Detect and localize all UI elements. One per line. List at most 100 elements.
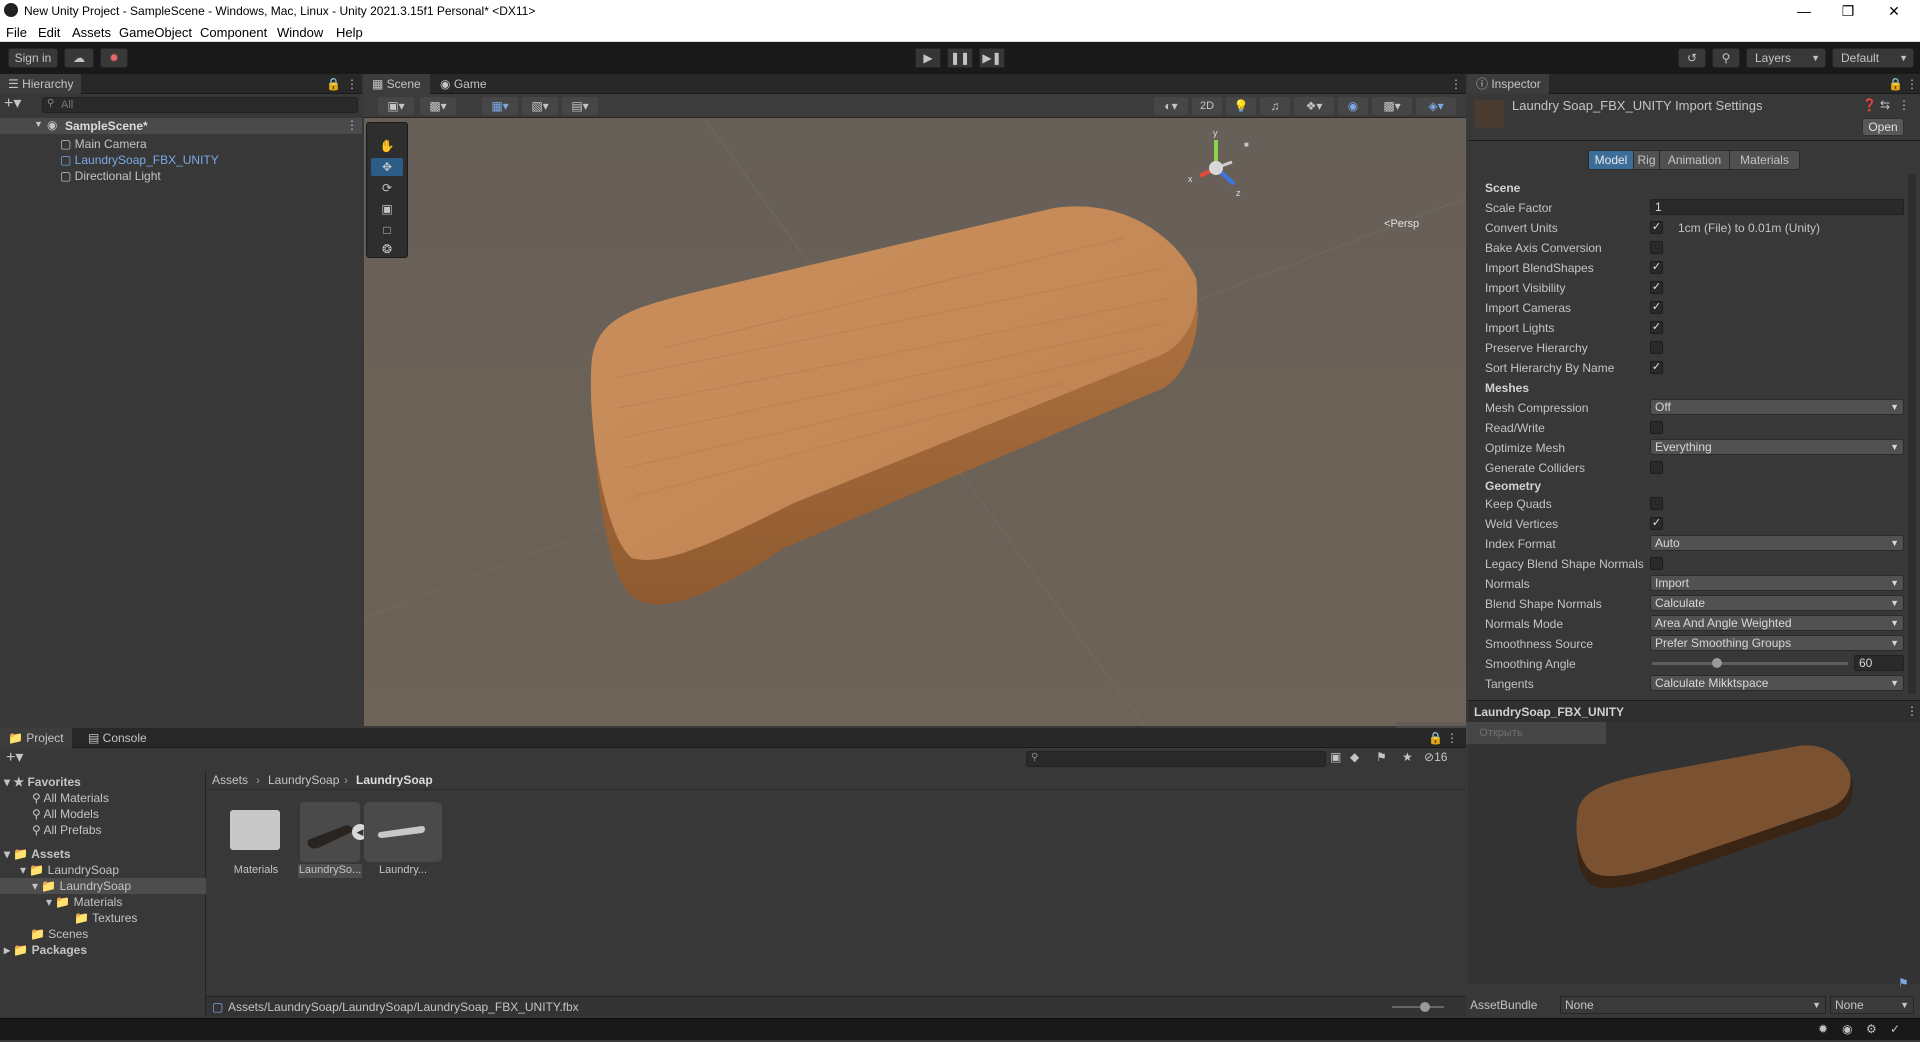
tree-assets[interactable]: ▾ 📁 Assets: [4, 846, 71, 862]
inspector-scrollbar[interactable]: [1908, 174, 1916, 694]
scene-row[interactable]: ▼ ◉ SampleScene* ⋮: [0, 118, 362, 134]
history-icon[interactable]: ↺: [1678, 48, 1706, 68]
mesh-compression-dropdown[interactable]: Off ▼: [1650, 399, 1904, 415]
assetbundle-variant-dropdown[interactable]: None ▼: [1830, 996, 1914, 1014]
tree-materials[interactable]: ▾ 📁 Materials: [46, 894, 122, 910]
asset-item-laundrysoap-mesh[interactable]: Laundry...: [364, 802, 442, 892]
smoothing-angle-input[interactable]: 60: [1854, 655, 1904, 671]
draw-mode-dropdown[interactable]: ▣▾: [378, 97, 414, 115]
favorite-all-prefabs[interactable]: ⚲ All Prefabs: [32, 822, 102, 838]
lock-icon[interactable]: 🔒: [1888, 77, 1903, 91]
slider-handle[interactable]: [1420, 1002, 1430, 1012]
smoothness-source-dropdown[interactable]: Prefer Smoothing Groups ▼: [1650, 635, 1904, 651]
breadcrumb-current[interactable]: LaundrySoap: [356, 773, 433, 787]
rect-tool-icon[interactable]: □: [371, 221, 403, 239]
menu-file[interactable]: File: [6, 25, 27, 40]
hierarchy-item-main-camera[interactable]: ▢ Main Camera: [60, 136, 147, 152]
kebab-menu-icon[interactable]: ⋮: [1906, 704, 1918, 718]
cloud-icon[interactable]: ☁: [64, 48, 94, 68]
transform-tool-icon[interactable]: ❂: [371, 242, 403, 256]
2d-toggle-button[interactable]: 2D: [1192, 97, 1222, 115]
sign-in-button[interactable]: Sign in: [8, 48, 58, 68]
lock-icon[interactable]: 🔒: [1428, 731, 1443, 745]
keep-quads-checkbox[interactable]: [1650, 497, 1663, 510]
weld-vertices-checkbox[interactable]: ✓: [1650, 517, 1663, 530]
kebab-menu-icon[interactable]: ⋮: [346, 77, 358, 91]
scale-tool-icon[interactable]: ▣: [371, 200, 403, 218]
kebab-menu-icon[interactable]: ⋮: [1450, 77, 1462, 91]
kebab-menu-icon[interactable]: ⋮: [1898, 98, 1910, 112]
pause-button[interactable]: ❚❚: [947, 48, 973, 68]
tree-packages[interactable]: ▸ 📁 Packages: [4, 942, 87, 958]
tab-project[interactable]: 📁 Project: [0, 728, 72, 748]
minimize-button[interactable]: —: [1782, 0, 1826, 22]
hierarchy-item-directional-light[interactable]: ▢ Directional Light: [60, 168, 161, 184]
presets-icon[interactable]: ⇆: [1880, 98, 1890, 112]
play-button[interactable]: ▶: [915, 48, 941, 68]
sort-hierarchy-checkbox[interactable]: ✓: [1650, 361, 1663, 374]
menu-component[interactable]: Component: [200, 25, 267, 40]
filter-type-icon[interactable]: ◆: [1350, 750, 1359, 764]
lock-icon[interactable]: ■: [1244, 140, 1249, 149]
tab-materials[interactable]: Materials: [1729, 151, 1799, 169]
layout-dropdown[interactable]: Default ▼: [1832, 48, 1914, 68]
breadcrumb-laundrysoap[interactable]: LaundrySoap: [268, 773, 339, 787]
menu-help[interactable]: Help: [336, 25, 363, 40]
favorites-header[interactable]: ▾ ★ Favorites: [4, 774, 81, 790]
chevron-down-icon[interactable]: ▼: [34, 119, 43, 129]
move-tool-icon[interactable]: ✥: [371, 158, 403, 176]
search-icon[interactable]: ⚲: [1712, 48, 1740, 68]
smoothing-angle-slider[interactable]: [1652, 658, 1848, 668]
tab-inspector[interactable]: ⓘ Inspector: [1468, 74, 1549, 94]
favorite-star-icon[interactable]: ★: [1402, 750, 1413, 764]
hierarchy-search-input[interactable]: ⚲ All: [42, 97, 358, 113]
bug-icon[interactable]: ✹: [1818, 1022, 1828, 1036]
tab-hierarchy[interactable]: ☰ Hierarchy: [0, 74, 82, 94]
effects-dropdown[interactable]: ❖▾: [1294, 97, 1334, 115]
hidden-objects-icon[interactable]: ◉: [1338, 97, 1368, 115]
tangents-dropdown[interactable]: Calculate Mikktspace ▼: [1650, 675, 1904, 691]
camera-settings-dropdown[interactable]: ▩▾: [1372, 97, 1412, 115]
asset-item-materials[interactable]: Materials: [228, 802, 284, 892]
scene-viewport[interactable]: y x z ■ <Persp: [364, 118, 1466, 726]
favorite-all-materials[interactable]: ⚲ All Materials: [32, 790, 109, 806]
progress-icon[interactable]: ✓: [1890, 1022, 1900, 1036]
shading-mode-icon[interactable]: ◐▾: [1154, 97, 1188, 115]
scale-factor-input[interactable]: 1: [1650, 199, 1904, 215]
preserve-hierarchy-checkbox[interactable]: [1650, 341, 1663, 354]
import-lights-checkbox[interactable]: ✓: [1650, 321, 1663, 334]
tab-console[interactable]: ▤ Console: [80, 728, 155, 748]
breadcrumb-assets[interactable]: Assets: [212, 773, 248, 787]
layers-dropdown[interactable]: Layers ▼: [1746, 48, 1826, 68]
add-object-button[interactable]: +▾: [4, 96, 21, 112]
tab-model[interactable]: Model: [1589, 151, 1633, 169]
maximize-button[interactable]: ❐: [1826, 0, 1870, 22]
generate-colliders-checkbox[interactable]: [1650, 461, 1663, 474]
hierarchy-item-laundrysoap[interactable]: ▢ LaundrySoap_FBX_UNITY: [60, 152, 219, 168]
import-cameras-checkbox[interactable]: ✓: [1650, 301, 1663, 314]
help-icon[interactable]: ❓: [1862, 98, 1877, 112]
kebab-menu-icon[interactable]: ⋮: [1446, 731, 1458, 745]
render-mode-dropdown[interactable]: ▩▾: [420, 97, 456, 115]
create-asset-button[interactable]: +▾: [6, 750, 23, 766]
legacy-blend-checkbox[interactable]: [1650, 557, 1663, 570]
blend-shape-normals-dropdown[interactable]: Calculate ▼: [1650, 595, 1904, 611]
menu-assets[interactable]: Assets: [72, 25, 111, 40]
import-blendshapes-checkbox[interactable]: ✓: [1650, 261, 1663, 274]
tree-laundrysoap-selected[interactable]: ▾ 📁 LaundrySoap: [0, 878, 206, 894]
gizmos-dropdown[interactable]: ◈▾: [1416, 97, 1456, 115]
tab-animation[interactable]: Animation: [1659, 151, 1729, 169]
hidden-packages-icon[interactable]: ⊘16: [1424, 750, 1447, 764]
step-button[interactable]: ▶❚: [979, 48, 1005, 68]
thumbnail-size-slider[interactable]: [1392, 1002, 1444, 1012]
laundry-soap-model[interactable]: [364, 118, 1466, 726]
kebab-menu-icon[interactable]: ⋮: [346, 118, 358, 132]
menu-window[interactable]: Window: [277, 25, 323, 40]
open-button[interactable]: Open: [1862, 118, 1904, 136]
optimize-mesh-dropdown[interactable]: Everything ▼: [1650, 439, 1904, 455]
import-visibility-checkbox[interactable]: ✓: [1650, 281, 1663, 294]
perspective-label[interactable]: <Persp: [1384, 218, 1419, 230]
tab-rig[interactable]: Rig: [1633, 151, 1659, 169]
read-write-checkbox[interactable]: [1650, 421, 1663, 434]
close-button[interactable]: ✕: [1872, 0, 1916, 22]
